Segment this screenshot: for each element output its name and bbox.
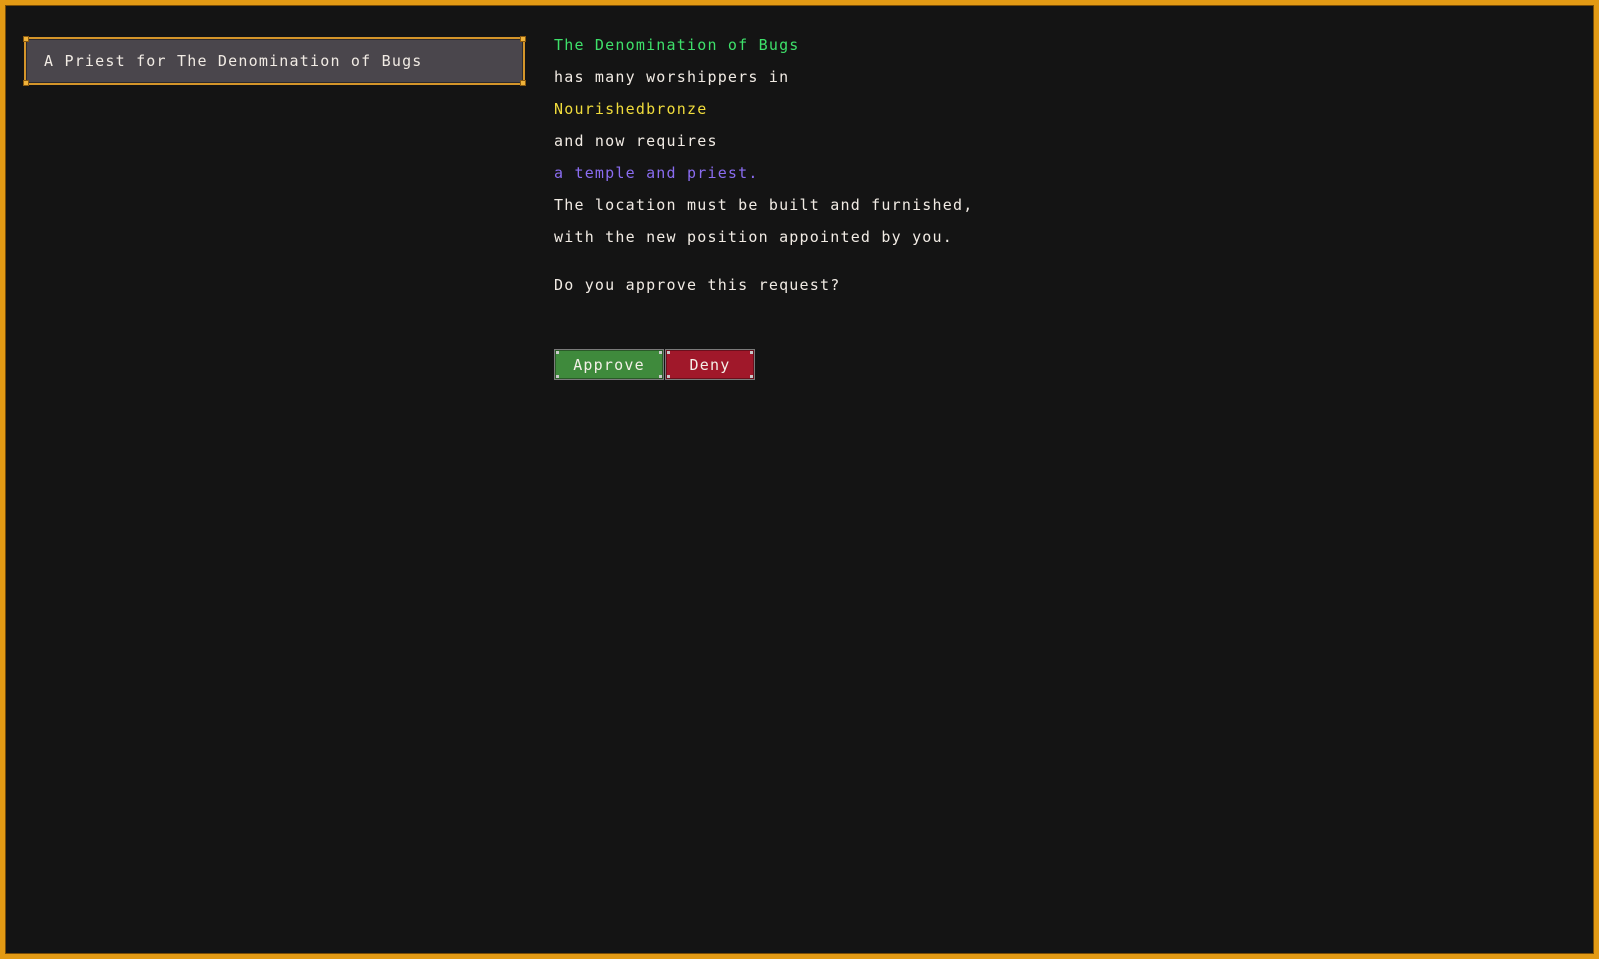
religion-name: The Denomination of Bugs <box>554 36 800 54</box>
request-text: The location must be built and furnished… <box>554 196 974 214</box>
corner-ornament <box>23 80 29 86</box>
corner-ornament <box>520 36 526 42</box>
request-details: The Denomination of Bugs has many worshi… <box>554 35 1554 307</box>
action-buttons: Approve Deny <box>554 349 755 380</box>
request-list-item-label: A Priest for The Denomination of Bugs <box>44 52 423 70</box>
deny-button-label: Deny <box>689 355 731 374</box>
approve-button-label: Approve <box>573 355 645 374</box>
request-text: has many worshippers in <box>554 68 790 86</box>
corner-ornament <box>23 36 29 42</box>
request-text: and now requires <box>554 132 718 150</box>
approve-button[interactable]: Approve <box>554 349 664 380</box>
settlement-name: Nourishedbronze <box>554 100 708 118</box>
approval-question: Do you approve this request? <box>554 276 841 294</box>
request-text: with the new position appointed by you. <box>554 228 953 246</box>
request-list-item[interactable]: A Priest for The Denomination of Bugs <box>23 36 526 86</box>
requirement-text: a temple and priest. <box>554 164 759 182</box>
game-window: A Priest for The Denomination of Bugs Th… <box>0 0 1599 959</box>
corner-ornament <box>520 80 526 86</box>
deny-button[interactable]: Deny <box>665 349 755 380</box>
